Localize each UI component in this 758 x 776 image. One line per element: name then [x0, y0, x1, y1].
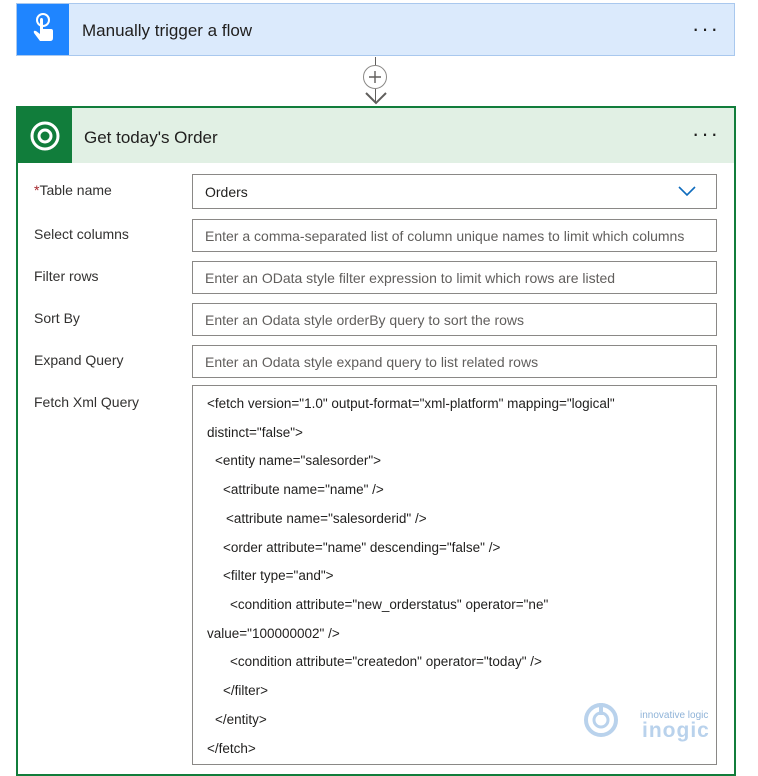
action-title: Get today's Order [84, 128, 218, 147]
xml-line: <entity name="salesorder"> [215, 453, 382, 468]
xml-line: <condition attribute="new_orderstatus" o… [230, 597, 549, 612]
xml-line: </entity> [215, 712, 267, 727]
select-columns-input[interactable]: Enter a comma-separated list of column u… [192, 219, 717, 252]
action-card: Get today's Order ··· *Table name Orders… [16, 106, 736, 776]
xml-line: <fetch version="1.0" output-format="xml-… [207, 396, 615, 411]
xml-line: distinct="false"> [207, 425, 303, 440]
connector-line-top [375, 57, 376, 65]
touch-hand-icon [17, 4, 69, 55]
filter-rows-input[interactable]: Enter an OData style filter expression t… [192, 261, 717, 294]
xml-line: <attribute name="salesorderid" /> [226, 511, 427, 526]
sort-by-label: Sort By [34, 310, 80, 326]
dataverse-icon [18, 108, 72, 163]
trigger-card[interactable]: Manually trigger a flow ··· [16, 3, 735, 56]
expand-query-input[interactable]: Enter an Odata style expand query to lis… [192, 345, 717, 378]
add-step-button[interactable] [363, 65, 387, 89]
more-options-icon[interactable]: ··· [692, 123, 720, 145]
fetch-xml-label: Fetch Xml Query [34, 394, 140, 410]
inogic-logo-icon [584, 703, 618, 737]
watermark-brand: inogic [642, 719, 710, 742]
plus-icon [369, 71, 381, 83]
xml-line: <filter type="and"> [223, 568, 334, 583]
xml-line: </filter> [223, 683, 269, 698]
xml-line: <order attribute="name" descending="fals… [223, 540, 501, 555]
trigger-title: Manually trigger a flow [82, 21, 253, 40]
inogic-watermark: innovative logic inogic [582, 698, 712, 742]
xml-line: </fetch> [207, 741, 256, 756]
table-name-value: Orders [205, 184, 248, 200]
table-name-label: *Table name [34, 182, 112, 198]
xml-line: <attribute name="name" /> [223, 482, 384, 497]
more-options-icon[interactable]: ··· [692, 18, 720, 40]
expand-query-label: Expand Query [34, 352, 124, 368]
xml-line: value="100000002" /> [207, 626, 340, 641]
action-header[interactable]: Get today's Order ··· [18, 108, 734, 163]
xml-line: <condition attribute="createdon" operato… [230, 654, 542, 669]
filter-rows-label: Filter rows [34, 268, 99, 284]
sort-by-input[interactable]: Enter an Odata style orderBy query to so… [192, 303, 717, 336]
select-columns-label: Select columns [34, 226, 129, 242]
chevron-down-icon [678, 186, 696, 197]
arrow-down-icon [365, 92, 387, 105]
table-name-select[interactable]: Orders [192, 174, 717, 209]
